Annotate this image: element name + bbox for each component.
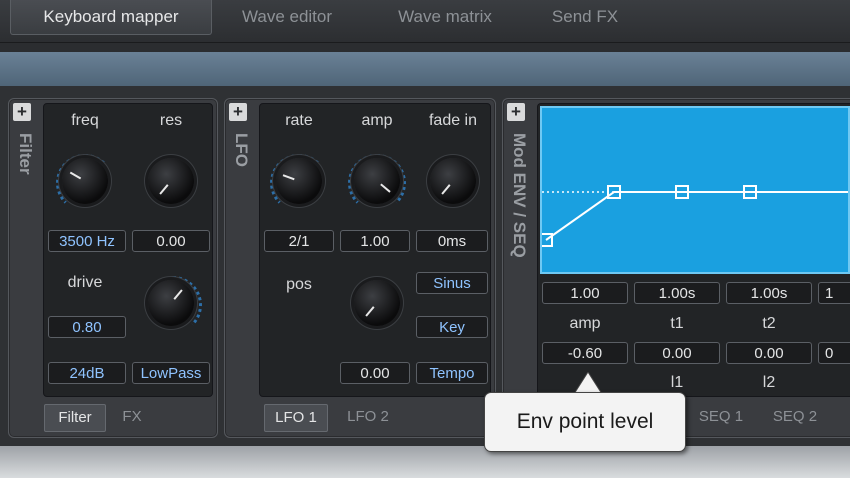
lfo-title: LFO [232, 133, 251, 167]
header-band [0, 52, 850, 86]
res-knob[interactable] [148, 158, 194, 204]
keyboard-strip [0, 446, 850, 478]
lfo-sync-value[interactable]: Tempo [416, 362, 488, 384]
env-l1-label: l1 [670, 374, 684, 391]
env-t1-label: t1 [670, 315, 684, 332]
lfo-trigger-value[interactable]: Key [416, 316, 488, 338]
filter-freq-label: freq [71, 112, 99, 129]
pos-knob[interactable] [354, 280, 400, 326]
filter-drive-label: drive [67, 274, 103, 291]
tab-seq-2[interactable]: SEQ 2 [764, 404, 826, 430]
tab-lfo-1[interactable]: LFO 1 [264, 404, 328, 432]
env-top-value-1[interactable]: 1.00 [542, 282, 628, 304]
lfo-panel: + LFO [224, 98, 496, 438]
tab-seq-1[interactable]: SEQ 1 [690, 404, 752, 430]
env-amp-label: amp [569, 315, 601, 332]
tab-lfo-2[interactable]: LFO 2 [338, 404, 398, 430]
tab-wave-matrix[interactable]: Wave matrix [380, 0, 510, 34]
env-t2-value[interactable]: 0.00 [726, 342, 812, 364]
freq-value[interactable]: 3500 Hz [48, 230, 126, 252]
drive-knob[interactable] [148, 280, 194, 326]
tab-fx[interactable]: FX [112, 404, 152, 430]
lfo-amp-label: amp [361, 112, 393, 129]
env-t2-label: t2 [762, 315, 776, 332]
filter-slope-value[interactable]: 24dB [48, 362, 126, 384]
freq-knob[interactable] [62, 158, 108, 204]
modenv-title: Mod ENV / SEQ [510, 133, 529, 258]
tab-wave-editor[interactable]: Wave editor [222, 0, 352, 34]
filter-type-value[interactable]: LowPass [132, 362, 210, 384]
rate-knob[interactable] [276, 158, 322, 204]
fade-value[interactable]: 0ms [416, 230, 488, 252]
lfo-pos-label: pos [286, 276, 312, 293]
env-top-value-3[interactable]: 1.00s [726, 282, 812, 304]
filter-add-button[interactable]: + [13, 103, 31, 121]
top-tab-bar: Keyboard mapper Wave editor Wave matrix … [0, 0, 850, 43]
tooltip-text: Env point level [516, 410, 654, 433]
env-top-value-4[interactable]: 1 [818, 282, 850, 304]
pos-value[interactable]: 0.00 [340, 362, 410, 384]
tooltip: Env point level [484, 392, 686, 452]
modenv-add-button[interactable]: + [507, 103, 525, 121]
env-t1-value[interactable]: 0.00 [634, 342, 720, 364]
drive-value[interactable]: 0.80 [48, 316, 126, 338]
amp-knob[interactable] [354, 158, 400, 204]
lfo-rate-label: rate [285, 112, 313, 129]
res-value[interactable]: 0.00 [132, 230, 210, 252]
filter-title: Filter [16, 133, 35, 175]
env-bottom-value-4[interactable]: 0 [818, 342, 850, 364]
rate-value[interactable]: 2/1 [264, 230, 334, 252]
envelope-curve [542, 185, 848, 247]
lfo-fade-label: fade in [428, 112, 478, 129]
tab-keyboard-mapper[interactable]: Keyboard mapper [10, 0, 212, 35]
lfo-amp-value[interactable]: 1.00 [340, 230, 410, 252]
tab-send-fx[interactable]: Send FX [540, 0, 630, 34]
lfo-shape-value[interactable]: Sinus [416, 272, 488, 294]
env-l2-label: l2 [762, 374, 776, 391]
envelope-graph[interactable] [540, 106, 850, 274]
filter-panel: + Filter [8, 98, 218, 438]
fade-knob[interactable] [430, 158, 476, 204]
filter-res-label: res [159, 112, 183, 129]
env-amp-value[interactable]: -0.60 [542, 342, 628, 364]
lfo-add-button[interactable]: + [229, 103, 247, 121]
tab-filter[interactable]: Filter [44, 404, 106, 432]
env-top-value-2[interactable]: 1.00s [634, 282, 720, 304]
